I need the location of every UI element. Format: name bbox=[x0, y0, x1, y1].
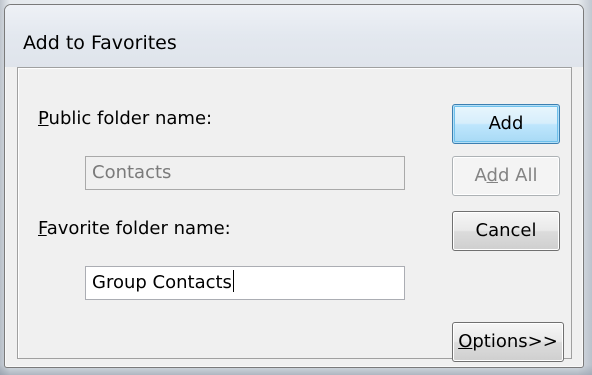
add-all-pre: A bbox=[474, 165, 487, 186]
public-folder-input: Contacts bbox=[85, 156, 405, 190]
public-folder-label: Public folder name: bbox=[38, 108, 212, 129]
add-to-favorites-dialog: Add to Favorites Public folder name: Con… bbox=[4, 4, 584, 368]
cancel-button-label: Cancel bbox=[475, 220, 537, 241]
favorite-folder-input[interactable]: Group Contacts bbox=[85, 266, 405, 300]
favorite-folder-label: Favorite folder name: bbox=[38, 218, 231, 239]
dialog-title: Add to Favorites bbox=[23, 32, 177, 54]
options-button-label: ptions>> bbox=[472, 331, 558, 352]
add-button-label: Add bbox=[488, 113, 524, 134]
public-folder-label-mnemonic: P bbox=[38, 108, 49, 129]
add-button[interactable]: Add bbox=[452, 104, 560, 144]
dialog-client-area: Public folder name: Contacts Favorite fo… bbox=[17, 67, 572, 362]
title-bar[interactable]: Add to Favorites bbox=[5, 5, 583, 67]
public-folder-value: Contacts bbox=[92, 162, 172, 183]
favorite-folder-label-mnemonic: F bbox=[38, 218, 47, 239]
add-all-post: d All bbox=[497, 165, 538, 186]
add-all-mnemonic: d bbox=[486, 165, 498, 186]
cancel-button[interactable]: Cancel bbox=[452, 211, 560, 251]
favorite-folder-label-text: avorite folder name: bbox=[46, 218, 231, 239]
add-all-button[interactable]: Add All bbox=[452, 156, 560, 196]
options-mnemonic: O bbox=[458, 331, 473, 352]
public-folder-label-text: ublic folder name: bbox=[48, 108, 213, 129]
favorite-folder-value: Group Contacts bbox=[92, 272, 232, 293]
text-caret bbox=[232, 270, 234, 292]
options-button[interactable]: Options>> bbox=[452, 322, 564, 362]
